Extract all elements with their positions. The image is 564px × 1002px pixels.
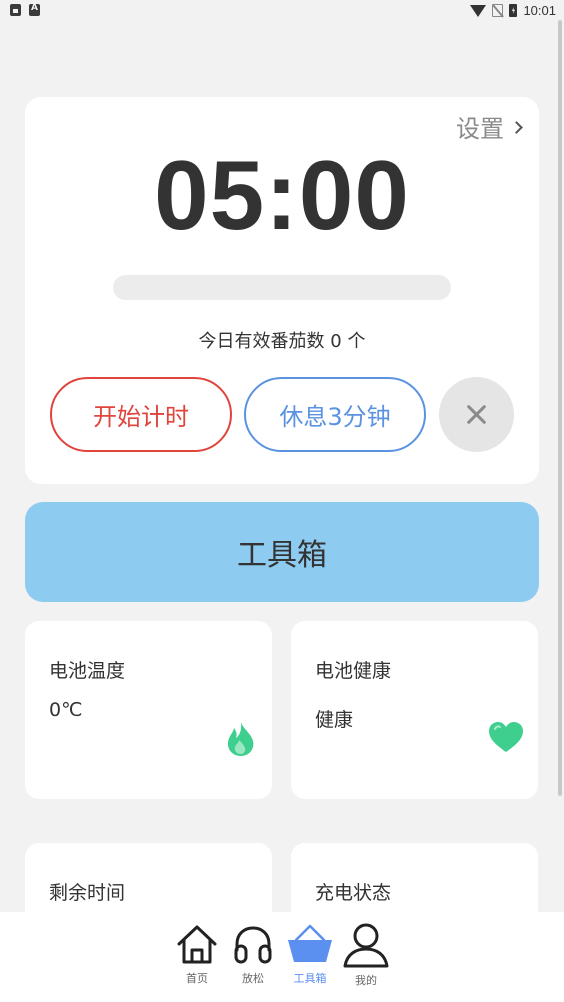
a-badge-icon	[29, 3, 40, 16]
rest-button[interactable]: 休息3分钟	[244, 377, 426, 452]
headphones-icon	[234, 926, 272, 964]
nav-relax[interactable]: 放松	[226, 922, 280, 986]
status-right-icons: 10:01	[470, 3, 556, 18]
card-title: 充电状态	[315, 882, 392, 904]
nav-label: 我的	[355, 974, 377, 987]
pomodoro-timer-card: 设置 05:00 今日有效番茄数 0 个 开始计时 休息3分钟	[25, 97, 539, 484]
battery-temperature-card[interactable]: 电池温度 0℃	[25, 621, 272, 799]
status-bar: 10:01	[0, 0, 564, 24]
bottom-navigation: 首页 放松 工具箱 我的	[0, 912, 564, 1002]
close-icon[interactable]	[439, 377, 514, 452]
battery-health-card[interactable]: 电池健康 健康	[291, 621, 538, 799]
flame-icon	[227, 722, 254, 756]
toolbox-banner[interactable]: 工具箱	[25, 502, 539, 602]
card-title: 剩余时间	[49, 882, 126, 904]
card-title: 电池健康	[315, 660, 392, 682]
timer-display: 05:00	[154, 140, 410, 250]
lock-icon	[10, 4, 21, 16]
heart-icon	[489, 722, 523, 752]
start-timer-button[interactable]: 开始计时	[50, 377, 232, 452]
wifi-icon	[470, 4, 487, 17]
nav-toolbox[interactable]: 工具箱	[283, 922, 337, 986]
basket-icon	[288, 924, 332, 962]
daily-pomodoro-count: 今日有效番茄数 0 个	[198, 331, 366, 352]
nav-home[interactable]: 首页	[170, 922, 224, 986]
timer-progress-bar	[113, 275, 451, 300]
no-sim-icon	[492, 4, 504, 17]
chevron-right-icon	[510, 120, 523, 134]
nav-label: 首页	[186, 972, 208, 985]
nav-profile[interactable]: 我的	[339, 922, 393, 988]
card-value: 0℃	[49, 699, 83, 721]
scrollbar[interactable]	[558, 20, 562, 796]
nav-label: 工具箱	[293, 972, 327, 985]
card-value: 健康	[315, 709, 354, 731]
battery-charging-icon	[509, 4, 518, 17]
nav-label: 放松	[242, 972, 264, 985]
home-icon	[177, 925, 217, 964]
status-time: 10:01	[523, 3, 556, 18]
status-left-icons	[10, 3, 40, 16]
card-title: 电池温度	[49, 660, 126, 682]
profile-icon	[343, 923, 389, 968]
